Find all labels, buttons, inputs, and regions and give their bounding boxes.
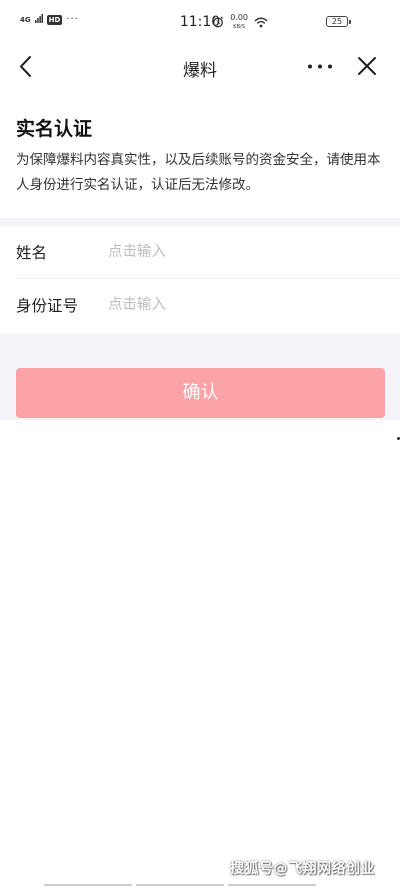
section-title: 实名认证 (16, 118, 93, 140)
net-speed: 0.00 KB/S (230, 14, 248, 31)
close-icon (358, 57, 376, 75)
more-button[interactable] (304, 52, 336, 82)
name-input[interactable] (108, 238, 378, 266)
indicator-bar (44, 884, 132, 886)
id-number-row: 身份证号 (0, 279, 400, 331)
app-screen: 4G HD ··· 11:10 0.00 KB/S 25 爆料 实名认证 为保障… (0, 0, 400, 888)
section-divider (0, 218, 400, 226)
more-horizontal-icon (308, 64, 332, 69)
action-area: 确认 (0, 334, 400, 420)
verification-form: 姓名 身份证号 (0, 226, 400, 334)
id-number-input[interactable] (108, 291, 378, 319)
name-row: 姓名 (0, 226, 400, 279)
status-bar: 4G HD ··· 11:10 0.00 KB/S 25 (0, 0, 400, 44)
status-right: 0.00 KB/S (212, 13, 268, 32)
battery-icon: 25 (326, 16, 351, 27)
indicator-bar (136, 884, 224, 886)
confirm-button[interactable]: 确认 (16, 368, 385, 418)
home-indicator (44, 884, 316, 886)
section-description: 为保障爆料内容真实性，以及后续账号的资金安全，请使用本人身份进行实名认证，认证后… (16, 152, 381, 193)
nav-bar: 爆料 (0, 44, 400, 90)
alarm-icon (212, 13, 224, 32)
watermark: 搜狐号@飞翔网络创业 (230, 861, 375, 877)
verification-intro: 实名认证 为保障爆料内容真实性，以及后续账号的资金安全，请使用本人身份进行实名认… (0, 90, 400, 218)
page-title: 爆料 (183, 61, 217, 81)
wifi-icon (254, 13, 268, 32)
id-number-label: 身份证号 (16, 297, 79, 315)
net-speed-unit: KB/S (233, 24, 245, 30)
close-button[interactable] (352, 52, 382, 82)
net-speed-value: 0.00 (230, 13, 248, 22)
indicator-bar (228, 884, 316, 886)
name-label: 姓名 (16, 244, 48, 262)
